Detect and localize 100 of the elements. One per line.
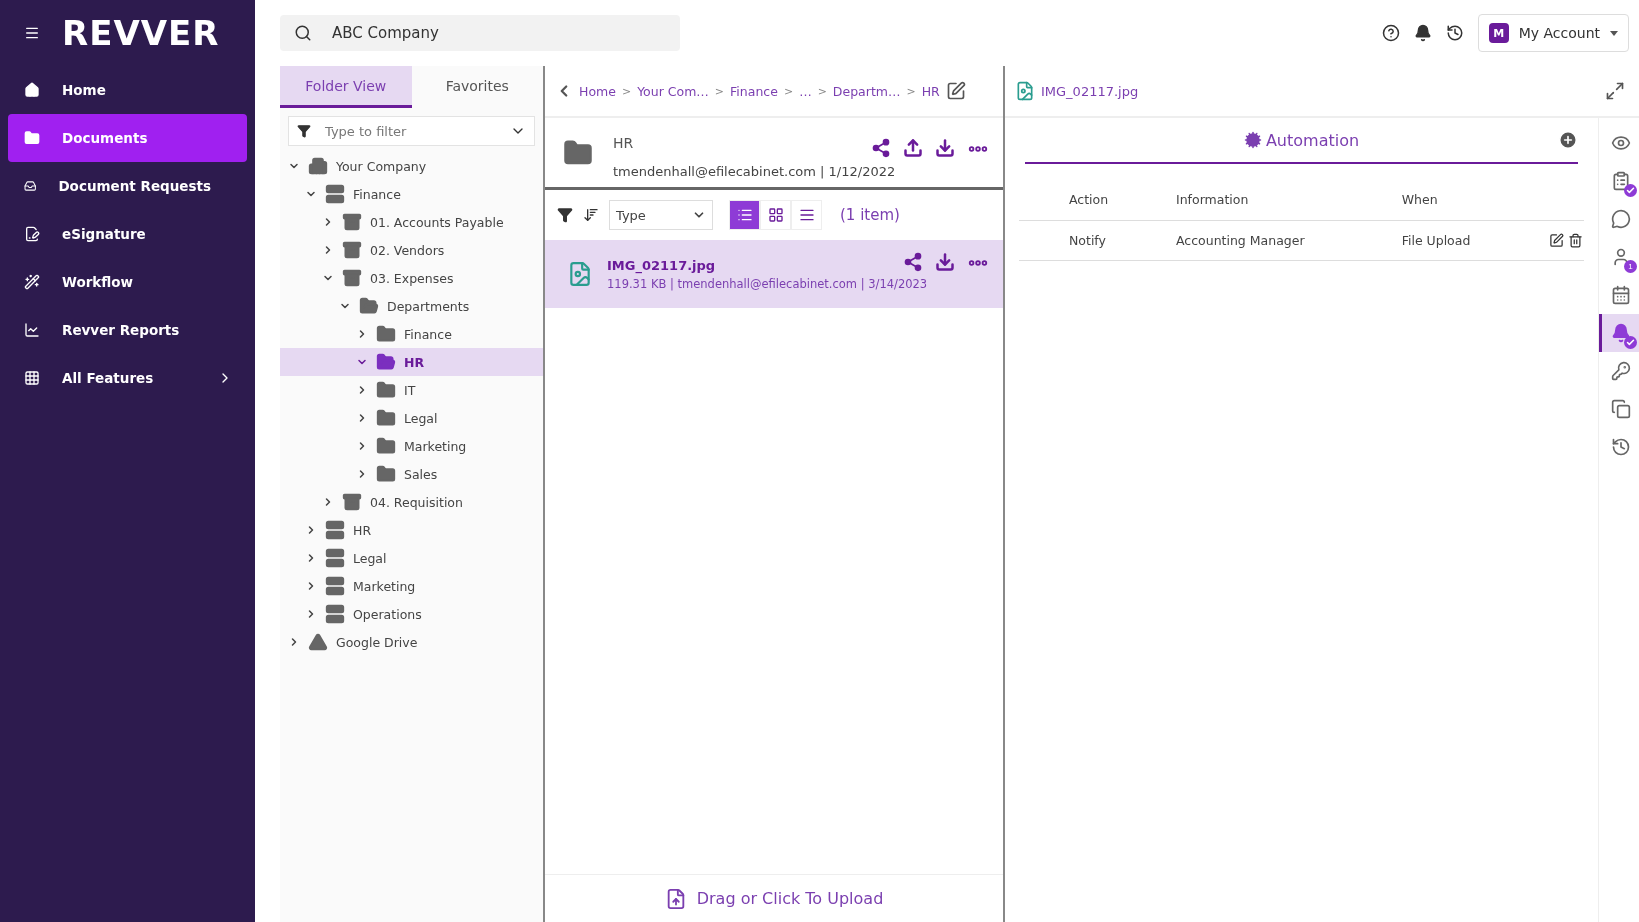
share-icon[interactable] [871,138,891,158]
tab[interactable]: Folder View [280,66,412,108]
tab[interactable]: Favorites [411,66,543,108]
tree-item[interactable]: IT [280,376,543,404]
logo: REVVER [62,13,220,53]
cabinet-icon [325,184,345,204]
count-badge: 1 [1624,260,1637,273]
drawer-icon [342,268,362,288]
tree-item[interactable]: Departments [280,292,543,320]
tree-item[interactable]: Finance [280,320,543,348]
filter-field[interactable]: Type to filter [288,116,535,146]
history-icon[interactable] [1445,24,1464,42]
bell-icon[interactable] [1413,24,1432,42]
folder-icon [376,380,396,400]
column-header: When [1401,180,1524,220]
breadcrumb-link[interactable]: HR [921,83,940,99]
drawer-icon [342,240,362,260]
sort-select[interactable]: Type [609,200,713,230]
filter-icon [297,124,311,138]
search-field[interactable]: ABC Company [280,15,680,51]
breadcrumb-separator: > [817,84,827,98]
cabinet-icon [325,548,345,568]
download-icon[interactable] [935,138,955,158]
nav-item[interactable]: Workflow [8,258,247,306]
image-file-icon [1015,81,1035,101]
account-button[interactable]: M My Account [1477,14,1629,52]
breadcrumb-separator: > [783,84,794,98]
nav-item[interactable]: eSignature [8,210,247,258]
drawer-icon [342,212,362,232]
tree-item[interactable]: Sales [280,460,543,488]
drive-icon [308,632,328,652]
edit-icon[interactable] [1549,232,1564,248]
breadcrumb-link[interactable]: Home [579,83,616,99]
folder-icon [24,130,40,146]
grid-icon [767,207,784,223]
tree-item[interactable]: Your Company [280,152,543,180]
download-icon[interactable] [935,252,955,272]
delete-icon[interactable] [1568,232,1583,248]
folder-name: HR [613,135,634,151]
nav-item[interactable]: All Features [8,354,247,402]
tree-item[interactable]: 01. Accounts Payable [280,208,543,236]
folder-icon [376,352,396,372]
nav-item[interactable]: Home [8,66,247,114]
breadcrumb-separator: > [906,84,916,98]
users-rail-button[interactable]: 1 [1599,238,1639,276]
grid-icon [24,370,40,386]
tree-item[interactable]: Finance [280,180,543,208]
upload-icon[interactable] [903,138,923,158]
home-icon [24,82,40,98]
sort-icon[interactable] [583,207,599,223]
tree-item[interactable]: 02. Vendors [280,236,543,264]
breadcrumb-separator: > [621,84,632,98]
tree-item[interactable]: HR [280,348,543,376]
list-view-button[interactable] [729,200,760,230]
folder-icon [376,436,396,456]
section-title: Automation [1243,130,1360,150]
edit-icon[interactable] [945,81,966,101]
cabinet-icon [325,520,345,540]
table-cell: Notify [1019,220,1176,260]
help-icon[interactable] [1381,24,1400,42]
tree-item[interactable]: Marketing [280,572,543,600]
file-row[interactable]: IMG_02117.jpg 119.31 KB | tmendenhall@efilecabinet.com | 3/14/2023 [545,240,1003,308]
image-file-icon [567,261,593,287]
automation-rail-button[interactable] [1599,314,1639,352]
details-icon [798,207,815,223]
expand-icon[interactable] [1605,81,1625,101]
tree-item[interactable]: Legal [280,544,543,572]
folder-icon [376,408,396,428]
tree-item[interactable]: Legal [280,404,543,432]
breadcrumb-link[interactable]: Departm… [832,83,901,99]
tree-item[interactable]: HR [280,516,543,544]
signature-icon [24,226,40,242]
add-icon[interactable] [1558,130,1578,150]
table-cell: Accounting Manager [1176,220,1402,260]
nav-item[interactable]: Documents [8,114,247,162]
tree-item[interactable]: Google Drive [280,628,543,656]
menu-icon[interactable] [24,25,40,41]
cabinet-icon [325,604,345,624]
breadcrumb-link[interactable]: Your Com… [637,83,709,99]
list-icon [736,207,753,223]
chart-icon [24,322,40,338]
cabinet-icon [325,576,345,596]
grid-view-button[interactable] [760,200,791,230]
caret-icon [1610,30,1618,36]
nav-item[interactable]: Document Requests [8,162,247,210]
details-view-button[interactable] [791,200,822,230]
eye-icon [1610,133,1631,153]
nav-item[interactable]: Revver Reports [8,306,247,354]
filter-icon[interactable] [557,207,573,223]
tree-item[interactable]: 04. Requisition [280,488,543,516]
tree-item[interactable]: Marketing [280,432,543,460]
avatar: M [1488,23,1509,43]
table-cell: File Upload [1401,220,1524,260]
tree-item[interactable]: 03. Expenses [280,264,543,292]
share-icon[interactable] [903,252,923,272]
breadcrumb-link[interactable]: Finance [730,83,778,99]
breadcrumb-separator: > [714,84,725,98]
tree-item[interactable]: Operations [280,600,543,628]
file-name: IMG_02117.jpg [1041,83,1139,99]
breadcrumb-link[interactable]: … [799,83,812,99]
